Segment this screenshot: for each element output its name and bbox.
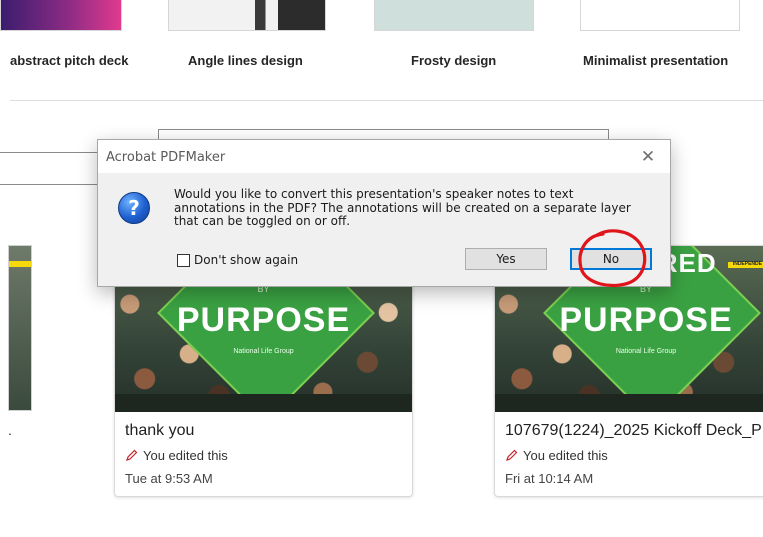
slide-badge-text: INDEPENDE bbox=[732, 261, 762, 267]
checkbox-label[interactable]: Don't show again bbox=[194, 253, 298, 267]
filter-underline bbox=[0, 152, 100, 153]
slide-purpose-text: PURPOSE bbox=[176, 301, 351, 339]
file-edit-status: You edited this bbox=[125, 448, 228, 463]
pencil-icon bbox=[126, 449, 138, 461]
file-date: Tue at 9:53 AM bbox=[125, 471, 213, 486]
template-thumb-angle-lines[interactable] bbox=[168, 0, 326, 31]
red-annotation-circle bbox=[578, 229, 647, 288]
edit-status-label: You edited this bbox=[143, 448, 228, 463]
slide-company-text: National Life Group bbox=[615, 348, 677, 355]
dialog-title: Acrobat PDFMaker bbox=[106, 150, 226, 165]
template-gallery: abstract pitch deck Angle lines design F… bbox=[0, 0, 763, 100]
question-icon: ? bbox=[118, 192, 150, 224]
close-icon[interactable]: ✕ bbox=[626, 140, 670, 173]
template-thumb-frosty[interactable] bbox=[374, 0, 534, 31]
template-thumb-abstract[interactable] bbox=[0, 0, 122, 31]
edit-status-label: You edited this bbox=[523, 448, 608, 463]
section-divider bbox=[10, 100, 763, 101]
slide-purpose-text: PURPOSE bbox=[559, 301, 733, 339]
slide-company-text: National Life Group bbox=[233, 348, 294, 355]
file-edit-status: You edited this bbox=[505, 448, 608, 463]
file-card-partial-name[interactable]: . bbox=[8, 422, 12, 438]
template-label-angle-lines[interactable]: Angle lines design bbox=[188, 53, 303, 68]
file-name[interactable]: 107679(1224)_2025 Kickoff Deck_P bbox=[505, 422, 762, 440]
file-date: Fri at 10:14 AM bbox=[505, 471, 594, 486]
file-name[interactable]: thank you bbox=[125, 422, 194, 440]
file-card-partial-thumb[interactable] bbox=[8, 245, 32, 411]
template-label-minimalist[interactable]: Minimalist presentation bbox=[583, 53, 728, 68]
dialog-message: Would you like to convert this presentat… bbox=[174, 187, 631, 228]
template-label-abstract[interactable]: abstract pitch deck bbox=[10, 53, 129, 68]
filter-underline-lower bbox=[0, 184, 99, 185]
pencil-icon bbox=[506, 449, 518, 461]
template-label-frosty[interactable]: Frosty design bbox=[411, 53, 496, 68]
checkbox-box[interactable] bbox=[177, 253, 190, 267]
template-thumb-minimalist[interactable] bbox=[580, 0, 740, 31]
dont-show-again-checkbox[interactable]: Don't show again bbox=[177, 253, 298, 267]
dialog-titlebar[interactable]: Acrobat PDFMaker ✕ bbox=[98, 140, 670, 173]
yes-button[interactable]: Yes bbox=[465, 248, 547, 270]
